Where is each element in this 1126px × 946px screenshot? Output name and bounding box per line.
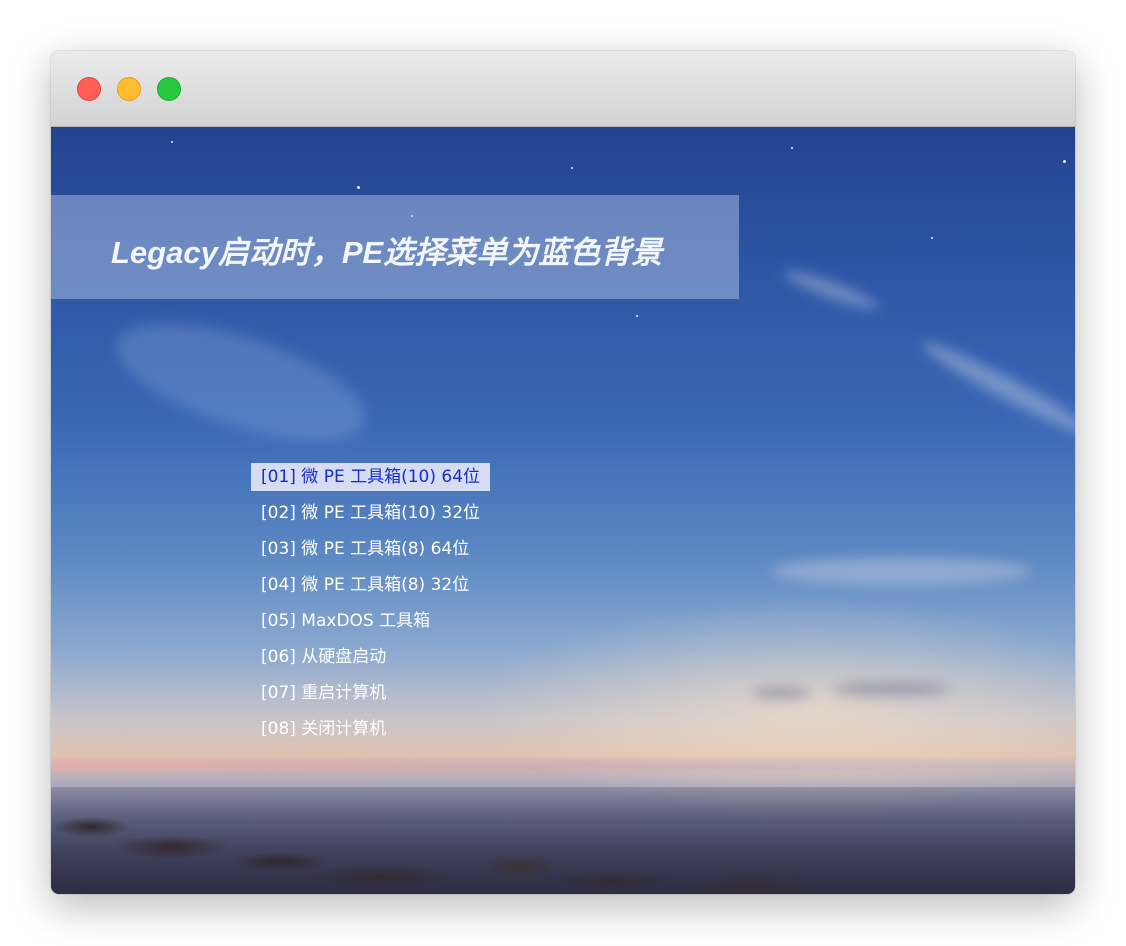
banner-title: Legacy启动时，PE选择菜单为蓝色背景: [111, 235, 663, 270]
star: [636, 315, 638, 317]
minimize-window-button[interactable]: [117, 77, 141, 101]
boot-menu-item-07[interactable]: [07] 重启计算机: [251, 679, 396, 707]
cloud: [781, 265, 881, 315]
boot-menu-item-05[interactable]: [05] MaxDOS 工具箱: [251, 607, 440, 635]
boot-menu-row: [04] 微 PE 工具箱(8) 32位: [251, 571, 571, 607]
boot-menu-row: [02] 微 PE 工具箱(10) 32位: [251, 499, 571, 535]
boot-menu-item-08[interactable]: [08] 关闭计算机: [251, 715, 396, 743]
cloud: [771, 557, 1031, 585]
boot-menu-item-02[interactable]: [02] 微 PE 工具箱(10) 32位: [251, 499, 490, 527]
title-bar: [51, 51, 1075, 127]
boot-menu-item-03[interactable]: [03] 微 PE 工具箱(8) 64位: [251, 535, 479, 563]
shore-rocks: [51, 787, 1075, 894]
boot-menu-row: [08] 关闭计算机: [251, 715, 571, 751]
boot-menu-item-06[interactable]: [06] 从硬盘启动: [251, 643, 396, 671]
cloud: [831, 682, 951, 696]
boot-menu-item-04[interactable]: [04] 微 PE 工具箱(8) 32位: [251, 571, 479, 599]
cloud: [916, 333, 1075, 443]
boot-menu-item-01[interactable]: [01] 微 PE 工具箱(10) 64位: [251, 463, 491, 491]
boot-menu-row: [07] 重启计算机: [251, 679, 571, 715]
title-banner: Legacy启动时，PE选择菜单为蓝色背景: [51, 195, 739, 299]
sea-horizon: [51, 759, 1075, 771]
boot-menu-row: [01] 微 PE 工具箱(10) 64位: [251, 463, 571, 499]
boot-menu-row: [03] 微 PE 工具箱(8) 64位: [251, 535, 571, 571]
star: [1063, 160, 1066, 163]
star: [171, 141, 173, 143]
cloud: [751, 687, 811, 699]
cloud: [103, 299, 379, 465]
close-window-button[interactable]: [77, 77, 101, 101]
app-window: Legacy启动时，PE选择菜单为蓝色背景 [01] 微 PE 工具箱(10) …: [51, 51, 1075, 894]
boot-menu-row: [05] MaxDOS 工具箱: [251, 607, 571, 643]
maximize-window-button[interactable]: [157, 77, 181, 101]
boot-screen: Legacy启动时，PE选择菜单为蓝色背景 [01] 微 PE 工具箱(10) …: [51, 127, 1075, 894]
star: [357, 186, 360, 189]
star: [931, 237, 933, 239]
star: [791, 147, 793, 149]
boot-menu: [01] 微 PE 工具箱(10) 64位 [02] 微 PE 工具箱(10) …: [251, 463, 571, 751]
star: [571, 167, 573, 169]
boot-menu-row: [06] 从硬盘启动: [251, 643, 571, 679]
